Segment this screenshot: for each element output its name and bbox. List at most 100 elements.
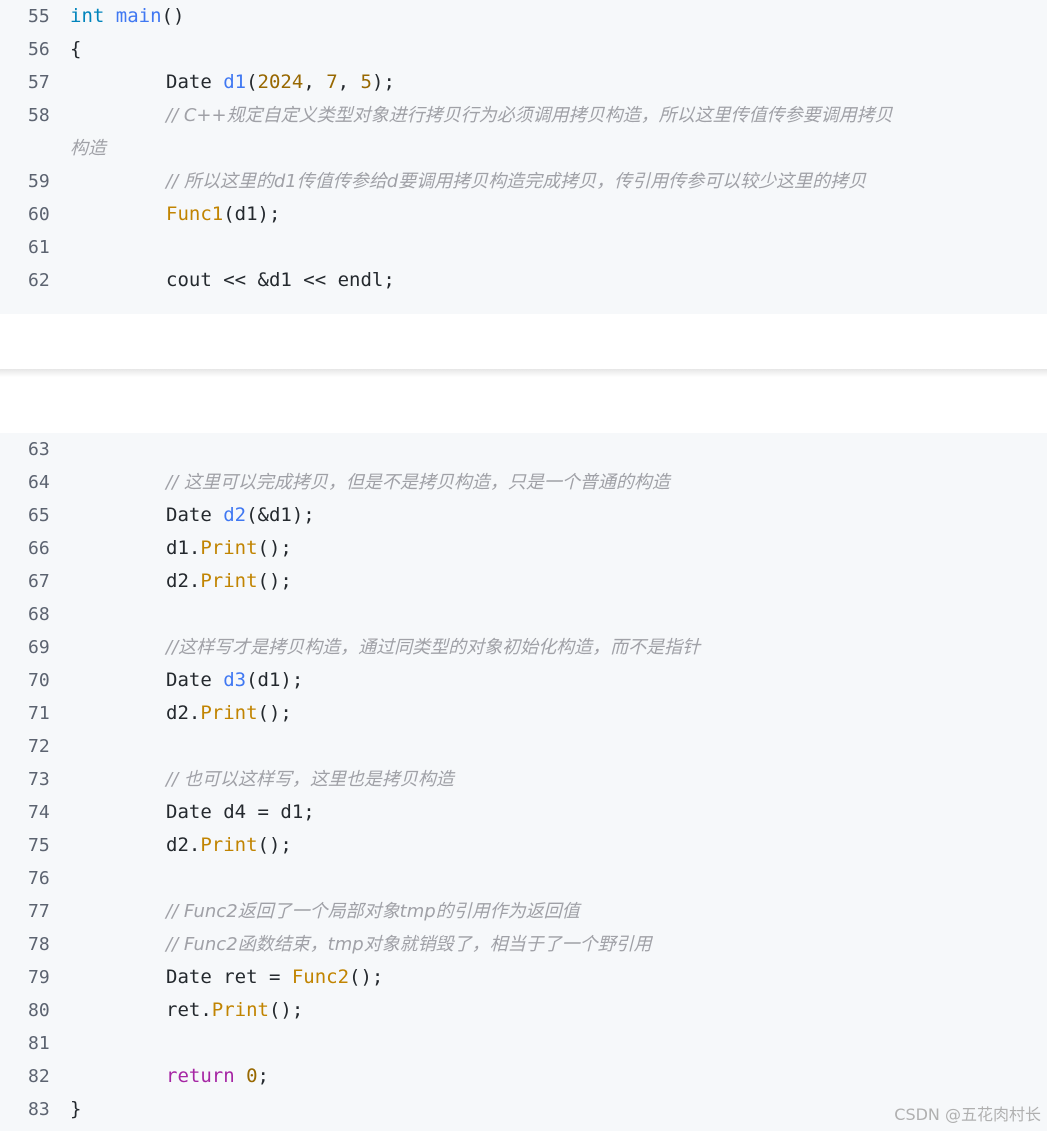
line-number: 82	[28, 1066, 50, 1087]
line-number: 83	[28, 1099, 50, 1120]
code-token: Date	[166, 71, 224, 93]
code-token: ();	[257, 834, 292, 856]
code-line: 64 // 这里可以完成拷贝，但是不是拷贝构造，只是一个普通的构造	[0, 466, 1047, 499]
code-content: d2.Print();	[166, 829, 292, 862]
line-number: 80	[28, 1000, 50, 1021]
code-token: (d1);	[246, 669, 304, 691]
code-line: 63	[0, 433, 1047, 466]
code-line: 73 // 也可以这样写，这里也是拷贝构造	[0, 763, 1047, 796]
code-token: {	[70, 38, 82, 60]
code-token: return	[166, 1065, 247, 1087]
code-token: 2024	[257, 71, 304, 93]
line-number: 76	[28, 868, 50, 889]
code-token: d2.	[166, 702, 201, 724]
code-content: // Func2函数结束，tmp对象就销毁了，相当于了一个野引用	[166, 928, 652, 961]
code-comment-wrap: 构造	[70, 138, 106, 159]
code-line: 81	[0, 1027, 1047, 1060]
code-comment: // Func2函数结束，tmp对象就销毁了，相当于了一个野引用	[166, 934, 652, 955]
code-token: Date ret =	[166, 966, 292, 988]
code-token: ();	[257, 537, 292, 559]
code-content: d1.Print();	[166, 532, 292, 565]
line-number: 67	[28, 571, 50, 592]
code-token: int	[70, 5, 116, 27]
code-token: Date	[166, 669, 224, 691]
code-content: Date d1(2024, 7, 5);	[166, 66, 395, 99]
code-line: 76	[0, 862, 1047, 895]
code-line: 80 ret.Print();	[0, 994, 1047, 1027]
line-number: 65	[28, 505, 50, 526]
code-token: ,	[337, 71, 361, 93]
code-token: ()	[161, 5, 185, 27]
code-line: 75 d2.Print();	[0, 829, 1047, 862]
code-line: 69 //这样写才是拷贝构造，通过同类型的对象初始化构造，而不是指针	[0, 631, 1047, 664]
line-number: 63	[28, 439, 50, 460]
line-number: 64	[28, 472, 50, 493]
code-token: 5	[360, 71, 372, 93]
code-content: cout << &d1 << endl;	[166, 264, 395, 297]
code-token: d2.	[166, 834, 201, 856]
code-token: Func2	[291, 966, 350, 988]
code-line: 59 // 所以这里的d1传值传参给d要调用拷贝构造完成拷贝，传引用传参可以较少这…	[0, 165, 1047, 198]
code-line: 72	[0, 730, 1047, 763]
code-token: Date d4 = d1;	[166, 801, 315, 823]
line-number: 59	[28, 171, 50, 192]
code-token: ;	[257, 1065, 269, 1087]
code-token: Date	[166, 504, 224, 526]
code-line: 82 return 0;	[0, 1060, 1047, 1093]
code-line: 55 int main()	[0, 0, 1047, 33]
code-token: }	[70, 1098, 82, 1120]
code-token: d2.	[166, 570, 201, 592]
code-content: Func1(d1);	[166, 198, 280, 231]
code-line: 62 cout << &d1 << endl;	[0, 264, 1047, 297]
code-token: (d1);	[223, 203, 281, 225]
code-content: d2.Print();	[166, 565, 292, 598]
code-comment: // C++规定自定义类型对象进行拷贝行为必须调用拷贝构造，所以这里传值传参要调…	[166, 105, 893, 126]
code-content: ret.Print();	[166, 994, 303, 1027]
code-content: d2.Print();	[166, 697, 292, 730]
code-line: 83}	[0, 1093, 1047, 1126]
code-line: 71 d2.Print();	[0, 697, 1047, 730]
line-number: 61	[28, 237, 50, 258]
line-number: 58	[28, 105, 50, 126]
code-content: }	[70, 1093, 81, 1126]
line-number: 81	[28, 1033, 50, 1054]
code-token: ();	[257, 570, 292, 592]
code-line: 60 Func1(d1);	[0, 198, 1047, 231]
line-number: 73	[28, 769, 50, 790]
code-token: Print	[200, 834, 258, 856]
line-number: 72	[28, 736, 50, 757]
code-content: {	[70, 33, 81, 66]
code-token: Print	[211, 999, 269, 1021]
code-content: int main()	[70, 0, 184, 33]
code-token: ret.	[166, 999, 212, 1021]
code-content: return 0;	[166, 1060, 269, 1093]
code-token: ();	[268, 999, 304, 1021]
code-content: // 这里可以完成拷贝，但是不是拷贝构造，只是一个普通的构造	[166, 466, 670, 499]
code-line: 70 Date d3(d1);	[0, 664, 1047, 697]
csdn-watermark: CSDN @五花肉村长	[894, 1105, 1041, 1124]
code-line: 57 Date d1(2024, 7, 5);	[0, 66, 1047, 99]
code-content: // C++规定自定义类型对象进行拷贝行为必须调用拷贝构造，所以这里传值传参要调…	[166, 99, 893, 132]
code-line: 66 d1.Print();	[0, 532, 1047, 565]
section-divider	[0, 369, 1047, 377]
code-content: Date d4 = d1;	[166, 796, 315, 829]
code-comment: // 这里可以完成拷贝，但是不是拷贝构造，只是一个普通的构造	[166, 472, 670, 493]
code-token: Print	[200, 570, 258, 592]
line-number: 78	[28, 934, 50, 955]
line-number: 71	[28, 703, 50, 724]
code-line: 56 {	[0, 33, 1047, 66]
code-token: ();	[257, 702, 292, 724]
code-token: Func1	[166, 203, 224, 225]
code-line: 65 Date d2(&d1);	[0, 499, 1047, 532]
code-comment: // Func2返回了一个局部对象tmp的引用作为返回值	[166, 901, 580, 922]
code-token: Print	[200, 702, 258, 724]
code-block-bottom: 63 64 // 这里可以完成拷贝，但是不是拷贝构造，只是一个普通的构造 65 Date…	[0, 433, 1047, 1131]
code-block-top: 55 int main() 56{57 Date d1(2024, 7, 5); 58 /…	[0, 0, 1047, 314]
code-token: ,	[303, 71, 327, 93]
line-number: 70	[28, 670, 50, 691]
code-content: //这样写才是拷贝构造，通过同类型的对象初始化构造，而不是指针	[166, 631, 700, 664]
line-number: 68	[28, 604, 50, 625]
code-token: Print	[200, 537, 258, 559]
code-line: 78 // Func2函数结束，tmp对象就销毁了，相当于了一个野引用	[0, 928, 1047, 961]
code-token: (&d1);	[246, 504, 315, 526]
